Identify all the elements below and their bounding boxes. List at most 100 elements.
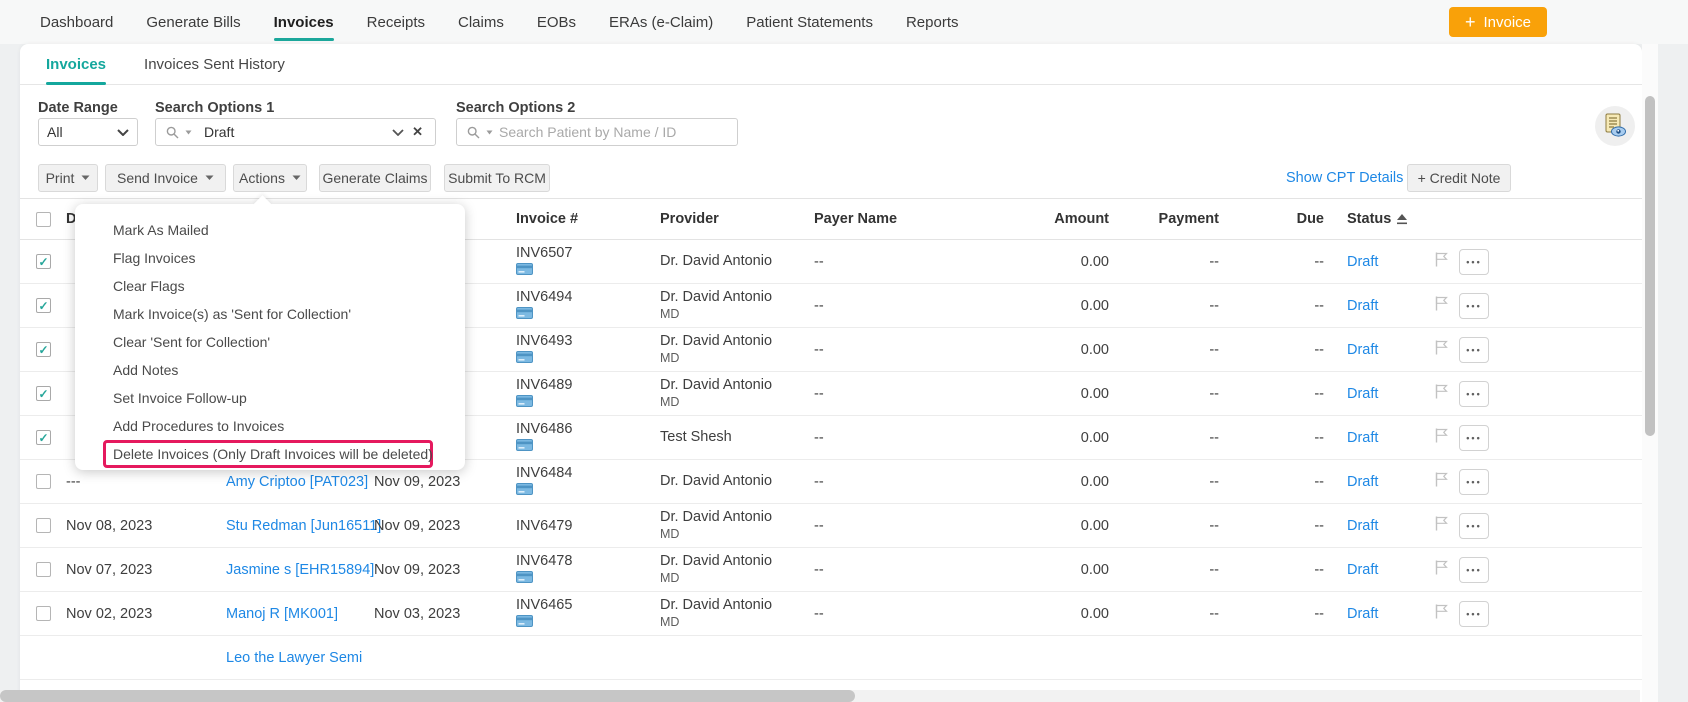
- horizontal-scrollbar-thumb[interactable]: [0, 690, 855, 702]
- vertical-scrollbar-thumb[interactable]: [1645, 96, 1655, 436]
- actions-button[interactable]: Actions: [233, 164, 307, 192]
- row-menu-button[interactable]: •••: [1459, 425, 1489, 451]
- row-checkbox[interactable]: [36, 518, 51, 533]
- search-options-2-label: Search Options 2: [456, 100, 575, 116]
- provider-name: Dr. David Antonio: [660, 597, 814, 614]
- menu-item-add-procedures-to-invoices[interactable]: Add Procedures to Invoices: [103, 412, 433, 440]
- row-checkbox[interactable]: ✓: [36, 342, 51, 357]
- flag-button[interactable]: [1435, 428, 1448, 446]
- show-cpt-details-link[interactable]: Show CPT Details: [1286, 170, 1403, 186]
- menu-item-mark-invoice-s-as-sent-for-collection[interactable]: Mark Invoice(s) as 'Sent for Collection': [103, 300, 433, 328]
- status-text: Draft: [1324, 518, 1424, 534]
- new-invoice-button[interactable]: + Invoice: [1449, 7, 1547, 37]
- show-hide-columns-button[interactable]: [1595, 106, 1635, 146]
- row-checkbox[interactable]: ✓: [36, 430, 51, 445]
- provider-credential: MD: [660, 394, 814, 411]
- row-checkbox[interactable]: [36, 474, 51, 489]
- status-text: Draft: [1324, 386, 1424, 402]
- provider-credential: MD: [660, 350, 814, 367]
- nav-item-claims[interactable]: Claims: [458, 0, 504, 44]
- flag-button[interactable]: [1435, 560, 1448, 578]
- tab-invoices-sent-history[interactable]: Invoices Sent History: [144, 44, 285, 85]
- nav-item-eobs[interactable]: EOBs: [537, 0, 576, 44]
- row-menu-button[interactable]: •••: [1459, 513, 1489, 539]
- row-checkbox[interactable]: ✓: [36, 386, 51, 401]
- patient-link[interactable]: Stu Redman [Jun16511]: [226, 518, 381, 534]
- row-menu-button[interactable]: •••: [1459, 293, 1489, 319]
- submit-to-rcm-button[interactable]: Submit To RCM: [444, 164, 550, 192]
- flag-button[interactable]: [1435, 252, 1448, 270]
- col-header-invoice-number[interactable]: Invoice #: [516, 211, 660, 227]
- patient-link[interactable]: Amy Criptoo [PAT023]: [226, 474, 368, 490]
- tab-invoices[interactable]: Invoices: [46, 44, 106, 85]
- menu-item-delete-invoices-only-draft-invoices-will[interactable]: Delete Invoices (Only Draft Invoices wil…: [103, 440, 433, 468]
- cell-due: --: [1219, 562, 1324, 578]
- flag-button[interactable]: [1435, 472, 1448, 490]
- patient-link[interactable]: Leo the Lawyer Semi: [226, 650, 362, 666]
- flag-button[interactable]: [1435, 516, 1448, 534]
- nav-item-dashboard[interactable]: Dashboard: [40, 0, 113, 44]
- nav-item-eras-e-claim[interactable]: ERAs (e-Claim): [609, 0, 713, 44]
- cell-payer-name: --: [814, 562, 994, 578]
- menu-item-clear-sent-for-collection[interactable]: Clear 'Sent for Collection': [103, 328, 433, 356]
- col-header-payment[interactable]: Payment: [1109, 211, 1219, 227]
- nav-item-patient-statements[interactable]: Patient Statements: [746, 0, 873, 44]
- search-options-1-combobox[interactable]: Draft ✕: [155, 118, 436, 146]
- nav-item-receipts[interactable]: Receipts: [367, 0, 425, 44]
- credit-note-button[interactable]: + Credit Note: [1407, 164, 1511, 192]
- print-label: Print: [46, 170, 75, 186]
- row-checkbox[interactable]: ✓: [36, 254, 51, 269]
- cell-date: Nov 08, 2023: [66, 518, 226, 534]
- date-range-select[interactable]: All: [38, 118, 138, 146]
- row-menu-button[interactable]: •••: [1459, 249, 1489, 275]
- flag-icon: [1435, 384, 1448, 399]
- send-invoice-button[interactable]: Send Invoice: [105, 164, 226, 192]
- row-menu-button[interactable]: •••: [1459, 469, 1489, 495]
- status-text: Draft: [1324, 298, 1424, 314]
- row-menu-button[interactable]: •••: [1459, 557, 1489, 583]
- menu-item-flag-invoices[interactable]: Flag Invoices: [103, 244, 433, 272]
- print-button[interactable]: Print: [38, 164, 98, 192]
- row-menu-button[interactable]: •••: [1459, 601, 1489, 627]
- row-checkbox[interactable]: [36, 562, 51, 577]
- row-checkbox[interactable]: [36, 606, 51, 621]
- row-menu-button[interactable]: •••: [1459, 337, 1489, 363]
- actions-dropdown-menu: Mark As MailedFlag InvoicesClear FlagsMa…: [75, 204, 465, 470]
- col-header-payer-name[interactable]: Payer Name: [814, 211, 994, 227]
- nav-item-generate-bills[interactable]: Generate Bills: [146, 0, 240, 44]
- flag-button[interactable]: [1435, 384, 1448, 402]
- menu-item-set-invoice-follow-up[interactable]: Set Invoice Follow-up: [103, 384, 433, 412]
- flag-button[interactable]: [1435, 340, 1448, 358]
- cell-payer-name: --: [814, 254, 994, 270]
- search-options-1-value: Draft: [198, 124, 386, 140]
- nav-item-reports[interactable]: Reports: [906, 0, 959, 44]
- vertical-scrollbar[interactable]: [1642, 44, 1658, 702]
- select-all-checkbox[interactable]: [36, 212, 51, 227]
- menu-item-clear-flags[interactable]: Clear Flags: [103, 272, 433, 300]
- row-checkbox[interactable]: ✓: [36, 298, 51, 313]
- flag-icon: [1435, 296, 1448, 311]
- nav-item-invoices[interactable]: Invoices: [274, 0, 334, 44]
- col-header-amount[interactable]: Amount: [994, 211, 1109, 227]
- invoice-number: INV6507: [516, 245, 660, 261]
- row-menu-button[interactable]: •••: [1459, 381, 1489, 407]
- clear-filter-icon[interactable]: ✕: [410, 124, 425, 140]
- generate-claims-button[interactable]: Generate Claims: [319, 164, 431, 192]
- col-header-due[interactable]: Due: [1219, 211, 1324, 227]
- patient-link[interactable]: Manoj R [MK001]: [226, 606, 338, 622]
- cell-payment: --: [1109, 518, 1219, 534]
- payment-card-icon: [516, 571, 533, 583]
- flag-button[interactable]: [1435, 604, 1448, 622]
- cell-payer-name: --: [814, 342, 994, 358]
- sort-ascending-icon[interactable]: [1397, 214, 1407, 225]
- menu-item-mark-as-mailed[interactable]: Mark As Mailed: [103, 216, 433, 244]
- caret-down-icon: [81, 175, 90, 181]
- horizontal-scrollbar[interactable]: [0, 690, 1640, 702]
- menu-item-add-notes[interactable]: Add Notes: [103, 356, 433, 384]
- col-header-status[interactable]: Status: [1324, 211, 1424, 227]
- col-header-provider[interactable]: Provider: [660, 211, 814, 227]
- flag-button[interactable]: [1435, 296, 1448, 314]
- patient-search-input[interactable]: [499, 124, 727, 140]
- patient-link[interactable]: Jasmine s [EHR15894]: [226, 562, 374, 578]
- chevron-down-icon[interactable]: [392, 129, 404, 136]
